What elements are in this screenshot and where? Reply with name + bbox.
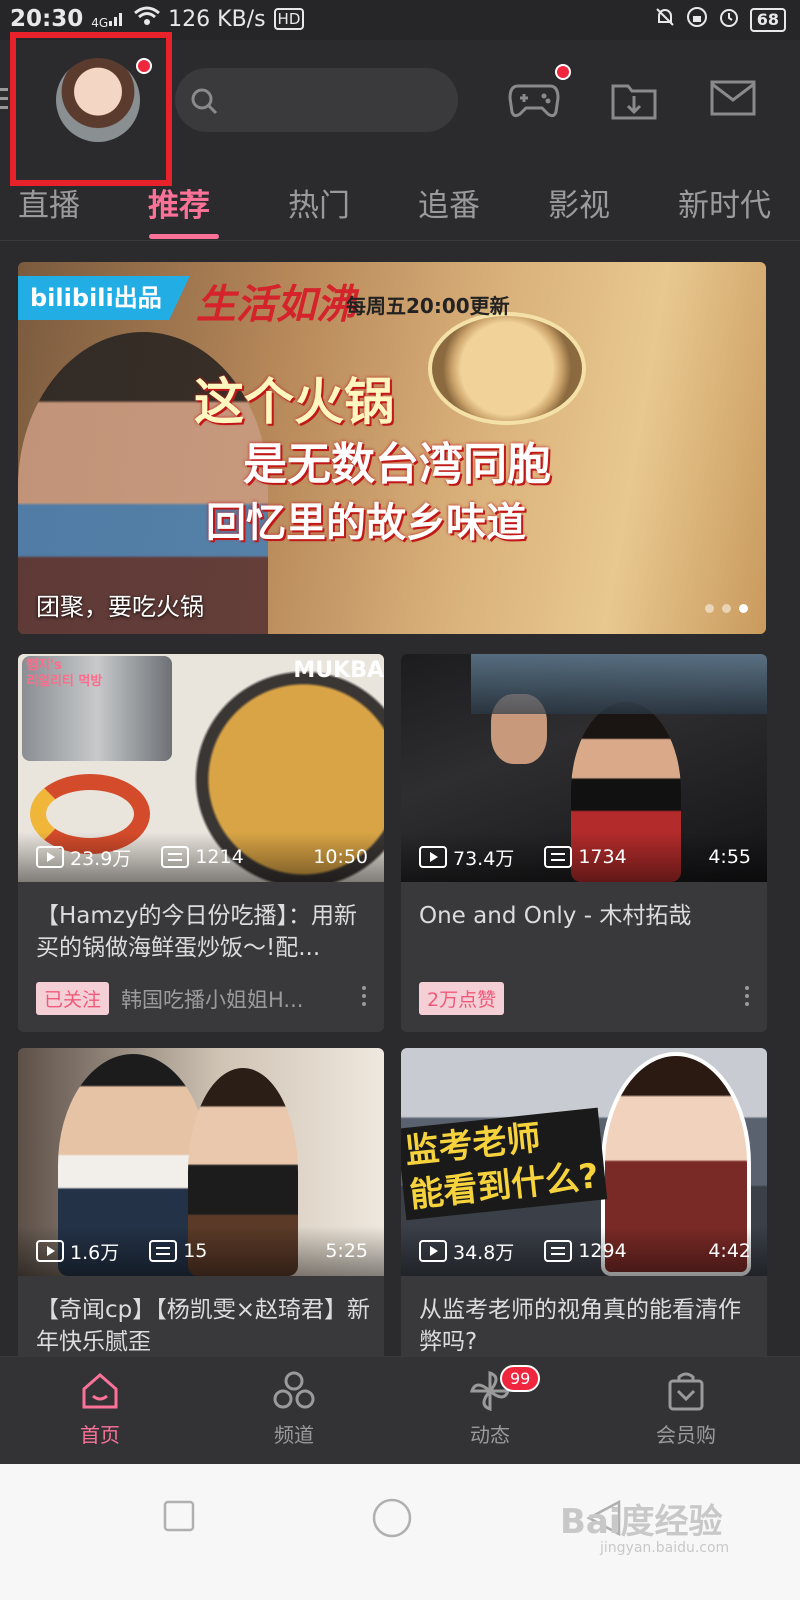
danmaku-icon [161,846,190,868]
nav-home-label: 首页 [80,1423,120,1447]
mail-icon [710,80,756,116]
battery-indicator: 68 [749,8,786,32]
followed-badge: 已关注 [36,982,110,1015]
thumbnail-overlay-text: 监考老师 能看到什么? [401,1107,607,1221]
messages-button[interactable] [710,78,756,122]
likes-badge: 2万点赞 [419,982,505,1015]
nav-channel-label: 频道 [274,1423,314,1447]
banner-headline-2: 是无数台湾同胞 [243,439,551,490]
view-count: 73.4万 [453,847,515,870]
tab-hot[interactable]: 热门 [288,180,350,225]
video-duration: 5:25 [325,1240,368,1262]
danmaku-count: 1294 [578,1240,627,1262]
tab-recommend[interactable]: 推荐 [148,180,210,225]
alarm-icon [718,6,740,34]
square-icon [163,1500,195,1532]
recent-apps-button[interactable] [163,1500,195,1536]
video-title[interactable]: 从监考老师的视角真的能看清作弊吗? [419,1294,757,1358]
home-button[interactable] [372,1498,412,1542]
carousel-dot[interactable] [705,604,714,613]
download-button[interactable] [610,78,658,126]
baidu-watermark: Bai度经验 [560,1502,723,1542]
video-card[interactable]: 73.4万 1734 4:55 One and Only - 木村拓哉 2万点赞 [401,654,767,1032]
carousel-dots [705,604,748,613]
danmaku-count: 1214 [195,846,244,868]
thumbnail-overlay-text: 햄지's 리얼리티 먹방 [26,658,103,689]
nav-home[interactable]: 首页 [40,1369,160,1448]
lock-icon [686,6,708,34]
danmaku-count: 15 [183,1240,208,1262]
bell-muted-icon [654,6,676,34]
tab-movies[interactable]: 影视 [548,180,610,225]
banner-caption: 团聚，要吃火锅 [36,593,204,621]
nav-activity-label: 动态 [470,1423,510,1447]
video-title[interactable]: 【Hamzy的今日份吃播】：用新买的锅做海鲜蛋炒饭～!配... [36,900,374,964]
nav-vip-shop[interactable]: 会员购 [626,1369,746,1448]
danmaku-icon [544,846,573,868]
game-notification-dot [555,64,571,80]
active-tab-indicator [149,234,219,239]
video-duration: 4:42 [708,1240,751,1262]
search-bar[interactable] [175,68,458,132]
nav-channel[interactable]: 频道 [234,1369,354,1448]
more-options-icon[interactable] [362,986,366,1010]
network-speed: 126 KB/s [168,6,266,32]
danmaku-icon [149,1240,178,1262]
view-count: 1.6万 [70,1241,120,1264]
nav-vip-shop-label: 会员购 [656,1423,716,1447]
banner-show-title: 生活如沸 [196,281,356,328]
video-title[interactable]: 【奇闻cp】【杨凯雯×赵琦君】新年快乐腻歪 [36,1294,374,1358]
shopping-bag-icon [668,1372,704,1411]
video-duration: 4:55 [708,846,751,868]
baidu-watermark-url: jingyan.baidu.com [600,1540,730,1556]
nav-activity[interactable]: 动态 99 [430,1365,550,1448]
tab-live[interactable]: 直播 [18,180,80,225]
bilibili-logo: bilibili出品 [18,276,190,320]
status-time: 20:30 [10,6,84,32]
sky-image [471,654,767,714]
banner-headline-1: 这个火锅 [194,373,394,431]
play-count-icon [36,1240,64,1262]
play-count-icon [419,846,447,868]
signal-icon: 4G [91,9,126,29]
carousel-dot[interactable] [722,604,731,613]
video-title[interactable]: One and Only - 木村拓哉 [419,900,757,932]
danmaku-count: 1734 [578,846,627,868]
bottom-navigation: 首页 频道 动态 99 会员购 [0,1356,800,1465]
gamepad-icon [508,84,560,118]
game-center-button[interactable] [508,78,560,126]
search-icon [191,88,218,115]
hd-icon: HD [273,8,305,30]
banner-headline-3: 回忆里的故乡味道 [206,500,526,546]
download-folder-icon [611,84,657,120]
carousel-dot-active[interactable] [739,604,748,613]
notification-badge: 99 [500,1365,541,1392]
home-icon [82,1373,118,1409]
video-card[interactable]: 햄지's 리얼리티 먹방 MUKBA 23.9万 1214 10:50 【Ham… [18,654,384,1032]
more-options-icon[interactable] [745,986,749,1010]
banner-carousel[interactable]: bilibili出品 生活如沸 每周五20:00更新 这个火锅 是无数台湾同胞 … [18,262,766,634]
tab-new-era[interactable]: 新时代 [678,180,771,225]
thumbnail-title-text: MUKBA [293,658,384,683]
channel-icon [273,1371,315,1409]
view-count: 23.9万 [70,847,132,870]
play-count-icon [36,846,64,868]
tab-anime[interactable]: 追番 [418,180,480,225]
uploader-name[interactable]: 韩国吃播小姐姐H... [121,984,303,1014]
wifi-icon [134,6,161,32]
play-count-icon [419,1240,447,1262]
avatar-notification-dot [136,58,152,74]
danmaku-icon [544,1240,573,1262]
menu-icon[interactable] [0,88,8,118]
avatar[interactable] [56,58,140,142]
circle-icon [372,1498,412,1538]
video-duration: 10:50 [313,846,368,868]
view-count: 34.8万 [453,1241,515,1264]
avatar-highlight-box[interactable] [10,32,172,186]
banner-food-image [428,312,586,425]
banner-schedule: 每周五20:00更新 [346,294,510,318]
